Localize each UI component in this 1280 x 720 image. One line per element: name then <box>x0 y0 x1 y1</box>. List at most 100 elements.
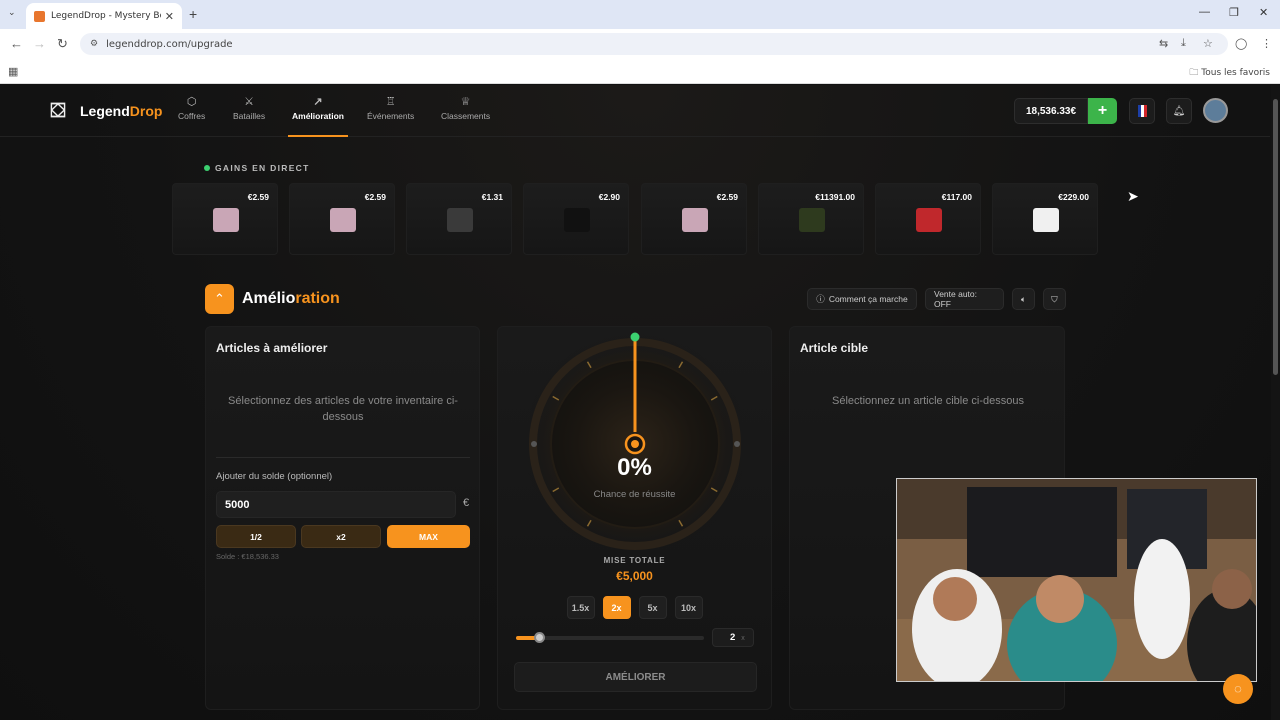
success-chance-label: Chance de réussite <box>593 489 676 500</box>
live-drop-card[interactable]: €1.31 <box>406 183 512 255</box>
page-scrollbar[interactable] <box>1271 85 1280 720</box>
scrollbar-thumb[interactable] <box>1273 99 1278 375</box>
help-circle-icon: ⓘ <box>816 294 825 304</box>
multiplier-1-5x[interactable]: 1.5x <box>566 596 595 619</box>
drop-item-image <box>213 208 239 232</box>
panel-title: Article cible <box>800 341 869 355</box>
nav-evenements[interactable]: ♖ Événements <box>367 95 414 121</box>
drop-price: €2.90 <box>598 192 620 202</box>
live-drop-card[interactable]: €2.59 <box>641 183 747 255</box>
live-drop-card[interactable]: €229.00 <box>992 183 1098 255</box>
nav-amelioration[interactable]: ↗ Amélioration <box>288 95 348 137</box>
panel-title: Articles à améliorer <box>216 341 328 355</box>
drop-item-image <box>564 208 590 232</box>
browser-tab[interactable]: LegendDrop - Mystery Boxes & ✕ <box>26 3 182 29</box>
close-window-icon[interactable]: ✕ <box>1259 6 1268 19</box>
nav-batailles[interactable]: ⚔ Batailles <box>233 95 265 121</box>
drop-item-image <box>682 208 708 232</box>
drop-price: €1.31 <box>481 192 503 202</box>
half-button[interactable]: 1/2 <box>216 525 296 548</box>
tab-search-icon[interactable]: ⌄ <box>8 7 16 18</box>
sound-button[interactable]: 🔈︎ <box>1012 288 1035 310</box>
user-avatar[interactable] <box>1203 98 1228 123</box>
live-drop-card[interactable]: €117.00 <box>875 183 981 255</box>
site-header: ⛋ Legend Drop ⬡ Coffres ⚔ Batailles ↗ Amé… <box>0 85 1270 137</box>
multiplier-10x[interactable]: 10x <box>674 596 703 619</box>
address-bar-row: ← → ↻ ⚙ legenddrop.com/upgrade ⇆ ⤓ ☆ ◯ ⋮ <box>0 29 1280 59</box>
close-tab-icon[interactable]: ✕ <box>165 10 174 23</box>
multiplier-2x[interactable]: 2x <box>602 596 631 619</box>
multiplier-5x[interactable]: 5x <box>638 596 667 619</box>
bell-icon: 🔔︎ <box>1172 105 1186 117</box>
url-field[interactable]: ⚙ legenddrop.com/upgrade <box>80 33 1228 55</box>
install-icon[interactable]: ⤓ <box>1181 37 1186 50</box>
total-bet-label: MISE TOTALE <box>603 556 666 565</box>
site-info-icon[interactable]: ⚙ <box>90 39 98 49</box>
new-tab-icon[interactable]: + <box>189 6 197 22</box>
live-drop-card[interactable]: €2.59 <box>172 183 278 255</box>
drop-price: €229.00 <box>1058 192 1089 202</box>
live-drop-card[interactable]: €11391.00 <box>758 183 864 255</box>
reload-icon[interactable]: ↻ <box>57 36 68 52</box>
nav-label: Événements <box>367 111 415 121</box>
balance-note: Solde : €18,536.33 <box>216 552 279 561</box>
apps-grid-icon[interactable]: ▦ <box>8 65 18 78</box>
slider-handle[interactable] <box>533 632 545 643</box>
site-logo[interactable]: ⛋ Legend Drop <box>46 99 162 123</box>
wheel-right-dot <box>734 441 740 447</box>
nav-coffres[interactable]: ⬡ Coffres <box>178 95 205 121</box>
logo-text-drop: Drop <box>129 103 163 119</box>
drop-price: €2.59 <box>364 192 386 202</box>
tab-title: LegendDrop - Mystery Boxes & <box>51 11 161 21</box>
chat-bubble-icon: ◌ <box>1234 681 1242 696</box>
balance-display[interactable]: 18,536.33€ <box>1014 98 1088 124</box>
nav-label: Classements <box>441 111 491 121</box>
live-title-text: GAINS EN DIRECT <box>215 163 310 173</box>
all-bookmarks-folder[interactable]: 🗀 Tous les favoris <box>1189 65 1270 81</box>
trophy-icon: ♖ <box>385 96 396 108</box>
upgrade-wheel-panel: 0% Chance de réussite MISE TOTALE €5,000… <box>497 326 772 710</box>
upgrade-button[interactable]: AMÉLIORER <box>514 662 757 692</box>
success-percent: 0% <box>617 454 652 481</box>
webcam-image <box>897 479 1256 681</box>
nav-label: Batailles <box>233 111 266 121</box>
drop-item-image <box>447 208 473 232</box>
crown-icon: ♕ <box>460 96 471 108</box>
menu-icon[interactable]: ⋮ <box>1261 37 1272 50</box>
how-it-works-button[interactable]: ⓘ Comment ça marche <box>807 288 917 310</box>
live-drop-card[interactable]: €2.59 <box>289 183 395 255</box>
multiplier-input[interactable]: 2x <box>712 628 754 647</box>
multiplier-slider[interactable] <box>516 632 704 643</box>
drop-item-image <box>330 208 356 232</box>
restore-icon[interactable]: ❐ <box>1229 6 1239 19</box>
drop-item-image <box>799 208 825 232</box>
chat-button[interactable]: ◌ <box>1223 674 1253 704</box>
minimize-icon[interactable]: — <box>1199 6 1210 18</box>
url-text: legenddrop.com/upgrade <box>106 38 233 50</box>
fairness-button[interactable]: ⛉ <box>1043 288 1066 310</box>
add-funds-button[interactable]: + <box>1088 98 1117 124</box>
auto-sell-toggle[interactable]: Vente auto: OFF <box>925 288 1004 310</box>
nav-classements[interactable]: ♕ Classements <box>441 95 490 121</box>
select-items-hint: Sélectionnez des articles de votre inven… <box>228 395 458 423</box>
chance-wheel <box>523 332 747 556</box>
max-button[interactable]: MAX <box>387 525 470 548</box>
live-drops-title: GAINS EN DIRECT <box>204 163 310 173</box>
section-header: ⌃ Amélioration <box>205 284 340 314</box>
double-button[interactable]: x2 <box>301 525 381 548</box>
notifications-button[interactable]: 🔔︎ <box>1166 98 1192 124</box>
webcam-overlay <box>896 478 1257 682</box>
translate-icon[interactable]: ⇆ <box>1159 37 1168 50</box>
favicon-icon <box>34 10 45 22</box>
profile-icon[interactable]: ◯ <box>1235 37 1247 50</box>
language-button[interactable] <box>1129 98 1155 124</box>
forward-icon[interactable]: → <box>33 36 46 51</box>
nav-label: Amélioration <box>292 111 344 121</box>
balance-amount-input[interactable]: 5000 <box>216 491 456 518</box>
bookmark-star-icon[interactable]: ☆ <box>1203 37 1213 50</box>
trending-up-icon: ↗ <box>313 96 323 108</box>
live-drop-card[interactable]: €2.90 <box>523 183 629 255</box>
drop-item-image <box>916 208 942 232</box>
back-icon[interactable]: ← <box>10 36 23 51</box>
drop-price: €2.59 <box>247 192 269 202</box>
